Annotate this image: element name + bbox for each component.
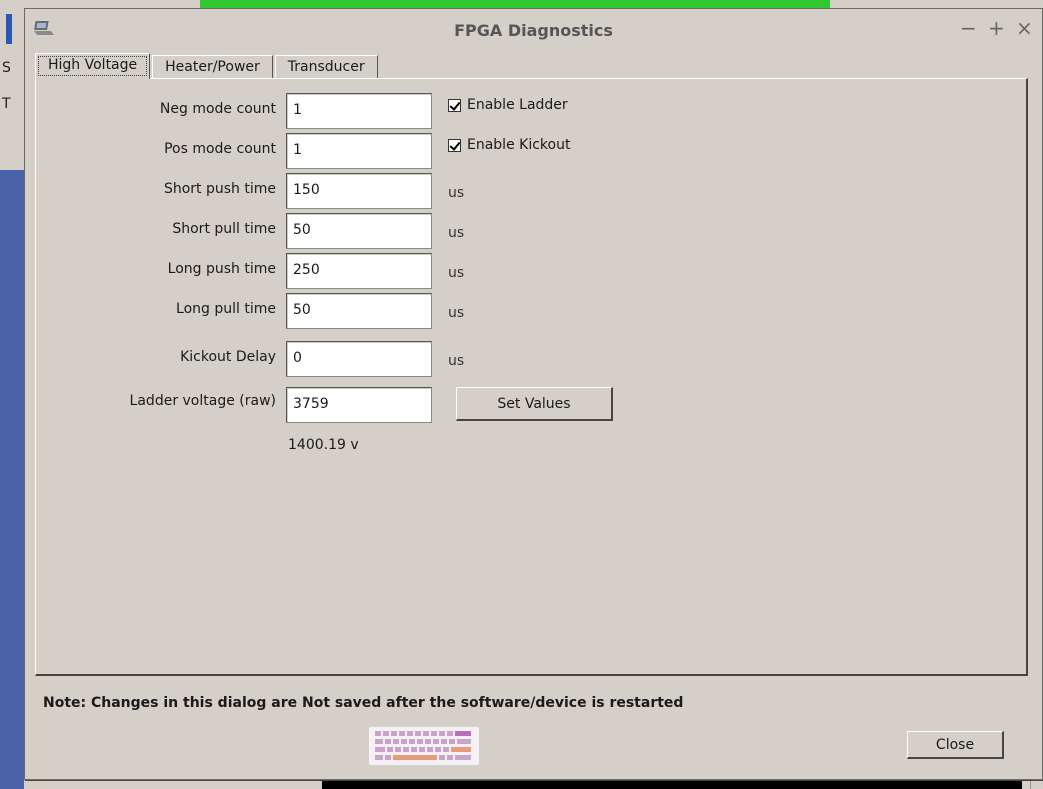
onscreen-keyboard-icon[interactable] — [369, 727, 479, 765]
enable-ladder-checkbox[interactable]: Enable Ladder — [448, 97, 568, 113]
background-label: S — [2, 60, 11, 76]
maximize-button[interactable]: + — [988, 17, 1005, 39]
long-pull-time-row: Long pull time 50 us — [36, 293, 1016, 329]
ladder-voltage-input[interactable]: 3759 — [286, 387, 432, 423]
long-pull-time-input[interactable]: 50 — [286, 293, 432, 329]
unit-label: us — [448, 225, 465, 241]
set-values-button[interactable]: Set Values — [456, 387, 613, 421]
tab-transducer[interactable]: Transducer — [274, 55, 378, 79]
pos-mode-count-label: Pos mode count — [164, 141, 276, 157]
short-push-time-label: Short push time — [163, 181, 276, 197]
unit-label: us — [448, 185, 465, 201]
close-window-button[interactable]: × — [1016, 17, 1033, 39]
short-pull-time-row: Short pull time 50 us — [36, 213, 1016, 249]
tab-high-voltage[interactable]: High Voltage — [35, 53, 151, 79]
voltage-readout: 1400.19 v — [288, 437, 359, 453]
ladder-voltage-label: Ladder voltage (raw) — [129, 393, 276, 409]
neg-mode-count-input[interactable]: 1 — [286, 93, 432, 129]
fpga-diagnostics-dialog: FPGA Diagnostics − + × High Voltage Heat… — [24, 8, 1043, 780]
long-pull-time-label: Long pull time — [176, 301, 276, 317]
short-pull-time-label: Short pull time — [172, 221, 276, 237]
long-push-time-row: Long push time 250 us — [36, 253, 1016, 289]
background-plot-panel — [0, 170, 24, 789]
enable-ladder-label: Enable Ladder — [467, 97, 568, 113]
long-push-time-label: Long push time — [167, 261, 276, 277]
enable-kickout-label: Enable Kickout — [467, 137, 571, 153]
unit-label: us — [448, 353, 465, 369]
high-voltage-panel: Neg mode count 1 Enable Ladder Pos mode … — [35, 78, 1028, 676]
short-pull-time-input[interactable]: 50 — [286, 213, 432, 249]
ladder-voltage-row: Ladder voltage (raw) 3759 Set Values — [36, 387, 1016, 423]
kickout-delay-label: Kickout Delay — [180, 349, 276, 365]
tab-bar: High Voltage Heater/Power Transducer — [35, 51, 380, 79]
window-title: FPGA Diagnostics — [454, 21, 613, 40]
kickout-delay-row: Kickout Delay 0 us — [36, 341, 1016, 377]
checkbox-checked-icon — [448, 98, 461, 112]
neg-mode-count-label: Neg mode count — [159, 101, 276, 117]
pos-mode-count-input[interactable]: 1 — [286, 133, 432, 169]
long-push-time-input[interactable]: 250 — [286, 253, 432, 289]
background-window-edge — [6, 14, 12, 44]
checkbox-checked-icon — [448, 138, 461, 152]
restart-note: Note: Changes in this dialog are Not sav… — [43, 695, 684, 711]
pos-mode-count-row: Pos mode count 1 Enable Kickout — [36, 133, 1016, 169]
minimize-button[interactable]: − — [960, 17, 977, 39]
neg-mode-count-row: Neg mode count 1 Enable Ladder — [36, 93, 1016, 129]
title-bar[interactable]: FPGA Diagnostics − + × — [25, 9, 1042, 49]
close-button[interactable]: Close — [907, 731, 1004, 759]
tab-heater-power[interactable]: Heater/Power — [152, 55, 273, 79]
kickout-delay-input[interactable]: 0 — [286, 341, 432, 377]
short-push-time-row: Short push time 150 us — [36, 173, 1016, 209]
unit-label: us — [448, 305, 465, 321]
short-push-time-input[interactable]: 150 — [286, 173, 432, 209]
background-label: T — [2, 96, 11, 112]
enable-kickout-checkbox[interactable]: Enable Kickout — [448, 137, 570, 153]
unit-label: us — [448, 265, 465, 281]
